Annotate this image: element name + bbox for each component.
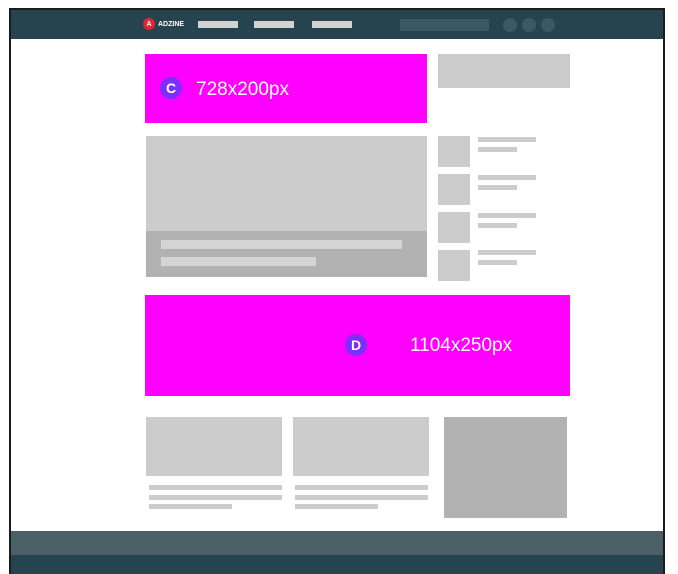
card-text-line xyxy=(149,504,232,509)
list-item-title-line xyxy=(478,137,536,142)
list-item-title-line xyxy=(478,175,536,180)
card-text-line xyxy=(295,485,428,490)
feature-caption-area xyxy=(146,231,427,277)
list-item-subtitle-line xyxy=(478,147,517,152)
card-image-placeholder-2[interactable] xyxy=(293,417,429,476)
ad-slot-d-badge: D xyxy=(345,334,367,356)
list-item-thumbnail[interactable] xyxy=(438,136,470,167)
card-text-line xyxy=(295,495,428,500)
list-item-thumbnail[interactable] xyxy=(438,174,470,205)
list-item-title-line xyxy=(478,250,536,255)
list-item-subtitle-line xyxy=(478,223,517,228)
ad-slot-c[interactable]: C 728x200px xyxy=(145,54,427,123)
search-input[interactable] xyxy=(400,19,489,31)
card-text-line xyxy=(149,485,282,490)
feature-caption-line-1 xyxy=(161,240,402,249)
list-item-subtitle-line xyxy=(478,185,517,190)
site-logo[interactable]: A ADZINE xyxy=(143,17,184,31)
browser-frame: A ADZINE C 728x200px D 1104x250px xyxy=(9,8,665,574)
sidebar-placeholder-box xyxy=(438,54,570,88)
ad-slot-d-size-label: 1104x250px xyxy=(410,335,513,356)
ad-slot-c-badge: C xyxy=(160,77,182,99)
list-item-subtitle-line xyxy=(478,260,517,265)
ad-slot-c-size-label: 728x200px xyxy=(196,79,289,100)
footer-bottom-bar xyxy=(11,555,663,574)
logo-text: ADZINE xyxy=(158,20,185,28)
nav-item-1[interactable] xyxy=(198,21,238,28)
feature-caption-line-2 xyxy=(161,257,316,266)
adzine-logo-icon: A xyxy=(143,18,155,30)
action-circle-icon-2[interactable] xyxy=(522,18,536,32)
top-navigation-bar: A ADZINE xyxy=(11,10,663,39)
action-circle-icon-1[interactable] xyxy=(503,18,517,32)
list-item-thumbnail[interactable] xyxy=(438,212,470,243)
action-circle-icon-3[interactable] xyxy=(541,18,555,32)
sidebar-ad-placeholder[interactable] xyxy=(444,417,567,518)
nav-item-2[interactable] xyxy=(254,21,294,28)
list-item-thumbnail[interactable] xyxy=(438,250,470,281)
card-text-line xyxy=(295,504,378,509)
nav-item-3[interactable] xyxy=(312,21,352,28)
ad-slot-d[interactable]: D 1104x250px xyxy=(145,295,570,396)
footer-top-bar xyxy=(11,531,663,555)
list-item-title-line xyxy=(478,213,536,218)
card-text-line xyxy=(149,495,282,500)
card-image-placeholder-1[interactable] xyxy=(146,417,282,476)
feature-image-placeholder[interactable] xyxy=(146,136,427,231)
